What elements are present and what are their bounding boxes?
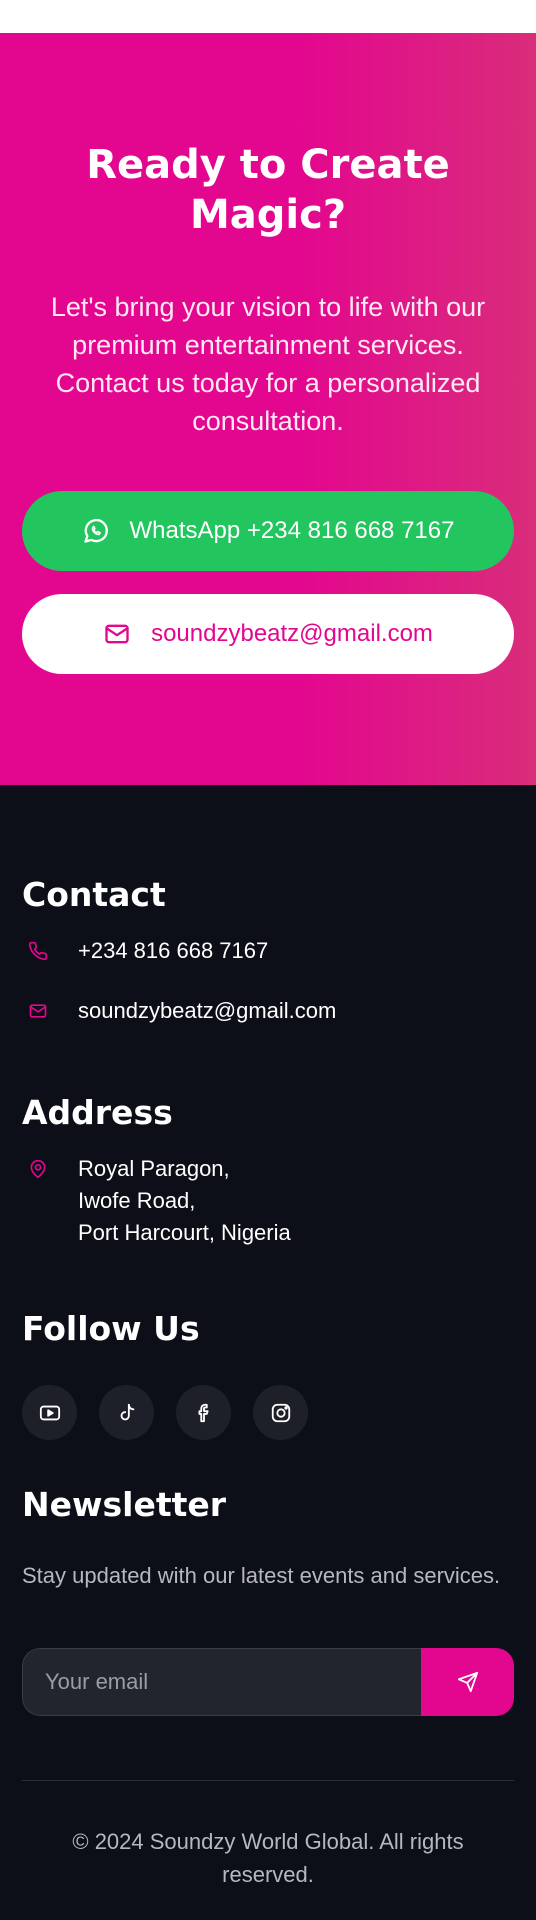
facebook-icon xyxy=(198,1403,209,1422)
newsletter-submit-button[interactable] xyxy=(421,1648,514,1716)
address-title: Address xyxy=(22,1093,173,1132)
phone-icon xyxy=(28,941,50,963)
mail-icon xyxy=(28,1001,50,1023)
send-icon xyxy=(457,1671,478,1693)
address-block: Royal Paragon, Iwofe Road, Port Harcourt… xyxy=(22,1153,291,1249)
email-button-label: soundzybeatz@gmail.com xyxy=(151,620,433,647)
tiktok-link[interactable] xyxy=(99,1385,154,1440)
map-pin-icon xyxy=(28,1159,50,1181)
address-line: Royal Paragon, xyxy=(78,1156,230,1181)
whatsapp-icon xyxy=(82,517,110,545)
address-line: Port Harcourt, Nigeria xyxy=(78,1220,291,1245)
newsletter-title: Newsletter xyxy=(22,1485,227,1524)
tiktok-icon xyxy=(120,1403,134,1420)
contact-phone-text: +234 816 668 7167 xyxy=(78,938,269,963)
youtube-icon xyxy=(39,1405,60,1420)
contact-title: Contact xyxy=(22,875,166,914)
cta-section: Ready to Create Magic? Let's bring your … xyxy=(0,33,536,785)
contact-phone[interactable]: +234 816 668 7167 xyxy=(22,935,268,967)
mail-icon xyxy=(103,620,131,648)
youtube-link[interactable] xyxy=(22,1385,77,1440)
email-button[interactable]: soundzybeatz@gmail.com xyxy=(22,594,514,674)
newsletter-form xyxy=(22,1648,514,1716)
whatsapp-button[interactable]: WhatsApp +234 816 668 7167 xyxy=(22,491,514,571)
facebook-link[interactable] xyxy=(176,1385,231,1440)
site-footer: Contact +234 816 668 7167 soundzybeatz@g… xyxy=(0,785,536,1920)
instagram-icon xyxy=(271,1403,290,1422)
cta-text: Let's bring your vision to life with our… xyxy=(50,292,486,436)
social-links xyxy=(22,1385,330,1440)
contact-email-text: soundzybeatz@gmail.com xyxy=(78,998,337,1023)
address-line: Iwofe Road, xyxy=(78,1188,196,1213)
newsletter-email-input[interactable] xyxy=(22,1648,421,1716)
address-lines: Royal Paragon, Iwofe Road, Port Harcourt… xyxy=(78,1153,291,1249)
footer-divider xyxy=(22,1780,514,1781)
contact-email[interactable]: soundzybeatz@gmail.com xyxy=(22,995,336,1027)
newsletter-text: Stay updated with our latest events and … xyxy=(22,1563,501,1588)
top-strip xyxy=(0,0,536,33)
instagram-link[interactable] xyxy=(253,1385,308,1440)
copyright-text: © 2024 Soundzy World Global. All rights … xyxy=(72,1829,464,1887)
whatsapp-button-label: WhatsApp +234 816 668 7167 xyxy=(129,517,455,544)
cta-title: Ready to Create Magic? xyxy=(86,142,450,238)
follow-title: Follow Us xyxy=(22,1309,200,1348)
